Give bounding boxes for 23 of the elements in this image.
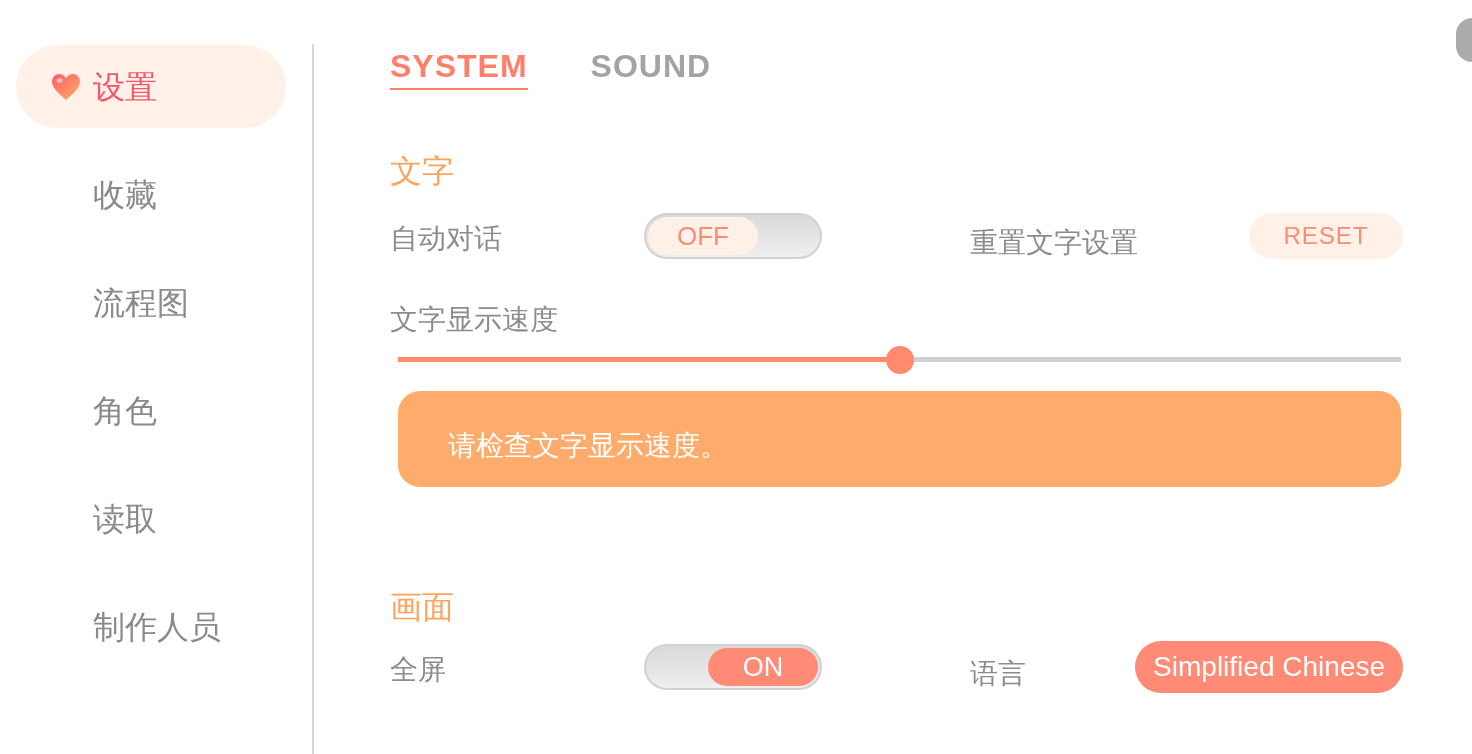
tab[interactable]: SYSTEM — [390, 46, 528, 90]
setting-label: 语言 — [970, 657, 1027, 691]
setting-label: 自动对话 — [390, 222, 503, 256]
toggle-switch[interactable]: OFF — [644, 213, 822, 259]
slider-thumb[interactable] — [885, 346, 914, 374]
reset-button[interactable]: RESET — [1249, 213, 1403, 259]
heart-icon — [52, 73, 80, 100]
setting-label: 全屏 — [390, 653, 447, 687]
language-button[interactable]: Simplified Chinese — [1135, 641, 1403, 693]
setting-label: 文字显示速度 — [390, 303, 558, 337]
sidebar-item[interactable]: 角色 — [16, 369, 286, 452]
toggle-switch[interactable]: ON — [644, 644, 822, 690]
message-box: 请检查文字显示速度。 — [398, 391, 1401, 487]
setting-label: 重置文字设置 — [970, 226, 1139, 260]
section-title: 文字 — [390, 152, 454, 191]
sidebar-item[interactable]: 制作人员 — [16, 585, 286, 668]
slider-track[interactable] — [398, 346, 1401, 374]
sidebar-item[interactable]: 设置 — [16, 45, 286, 128]
sidebar-item[interactable]: 读取 — [16, 477, 286, 560]
sidebar-item[interactable]: 收藏 — [16, 153, 286, 236]
sidebar-item[interactable]: 流程图 — [16, 261, 286, 344]
tab[interactable]: SOUND — [590, 46, 712, 90]
section-title: 画面 — [390, 588, 454, 627]
